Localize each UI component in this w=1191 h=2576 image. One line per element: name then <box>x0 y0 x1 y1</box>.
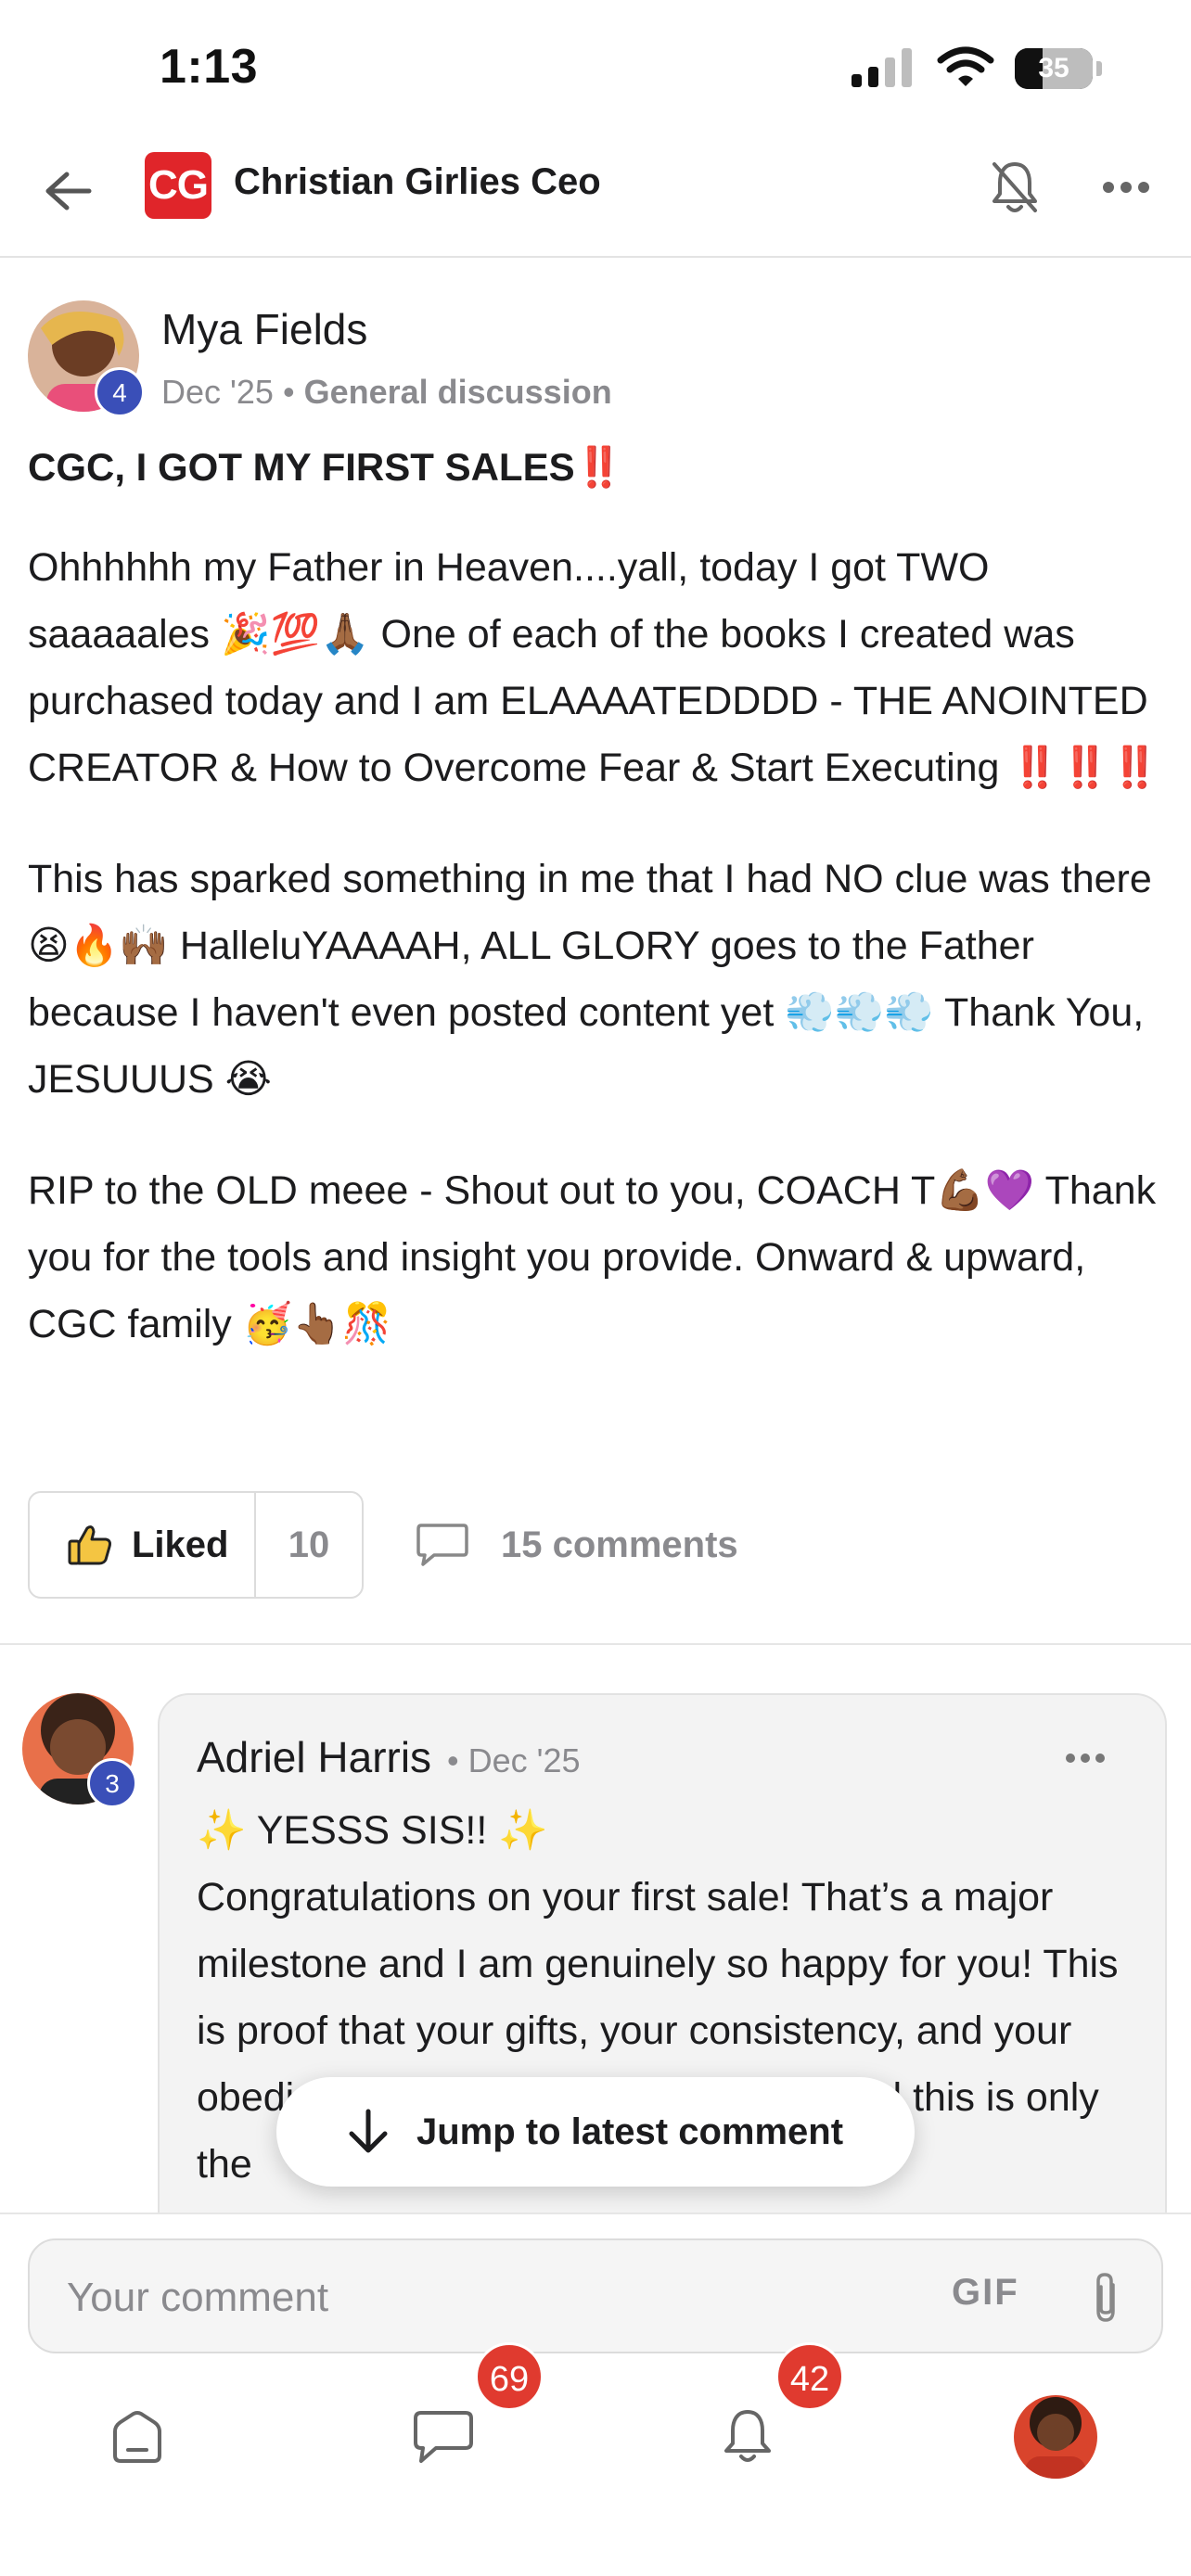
tab-messages[interactable]: 69 <box>388 2342 544 2493</box>
tab-profile[interactable] <box>1000 2381 1111 2493</box>
tab-home[interactable] <box>82 2381 193 2493</box>
like-label: Liked <box>132 1524 229 1565</box>
post-author-avatar[interactable]: 4 <box>28 300 145 417</box>
meta-separator: • <box>282 373 304 411</box>
chat-bubble-icon <box>414 2411 473 2463</box>
jump-to-latest-button[interactable]: Jump to latest comment <box>276 2077 915 2187</box>
like-button[interactable]: Liked <box>30 1493 256 1597</box>
notifications-badge: 42 <box>775 2342 844 2411</box>
thumbs-up-icon <box>68 1525 111 1565</box>
post: 4 Mya Fields Dec '25 • General discussio… <box>0 260 1191 1645</box>
more-horizontal-icon <box>1066 1753 1105 1763</box>
mute-notifications-button[interactable] <box>983 156 1046 219</box>
comment-author-avatar[interactable]: 3 <box>22 1693 137 1808</box>
avatar <box>1014 2395 1097 2479</box>
status-bar: 1:13 35 <box>0 0 1191 139</box>
battery-icon: 35 <box>1015 48 1093 89</box>
bell-icon <box>724 2410 771 2462</box>
comment-line: ✨ YESSS SIS!! ✨ <box>197 1808 548 1853</box>
jump-label: Jump to latest comment <box>416 2111 844 2152</box>
gif-button[interactable]: GIF <box>952 2272 1019 2314</box>
tab-notifications[interactable]: 42 <box>692 2342 844 2493</box>
top-nav-header: CG Christian Girlies Ceo <box>0 139 1191 258</box>
bottom-area: GIF 69 42 <box>0 2213 1191 2576</box>
cellular-signal-icon <box>850 46 916 92</box>
post-author-name[interactable]: Mya Fields <box>161 304 367 354</box>
battery-level: 35 <box>1038 53 1069 83</box>
post-category[interactable]: General discussion <box>304 373 612 411</box>
bell-off-icon <box>992 162 1037 212</box>
level-badge: 4 <box>95 367 145 417</box>
arrow-down-icon <box>349 2109 388 2153</box>
meta-separator: • <box>447 1741 468 1779</box>
post-body: Ohhhhhh my Father in Heaven....yall, tod… <box>28 534 1169 1402</box>
comments-link[interactable]: 15 comments <box>416 1515 738 1575</box>
group-name[interactable]: Christian Girlies Ceo <box>234 161 601 203</box>
like-control: Liked 10 <box>28 1491 364 1599</box>
post-paragraph: Ohhhhhh my Father in Heaven....yall, tod… <box>28 545 1160 790</box>
status-time: 1:13 <box>160 40 259 94</box>
messages-badge: 69 <box>475 2342 544 2411</box>
home-icon <box>113 2411 161 2463</box>
like-count[interactable]: 10 <box>256 1493 362 1597</box>
comment-date-text: Dec '25 <box>467 1741 581 1779</box>
comment-author-name[interactable]: Adriel Harris <box>197 1732 431 1782</box>
post-paragraph: RIP to the OLD meee - Shout out to you, … <box>28 1168 1157 1346</box>
comment-composer: GIF <box>28 2238 1163 2353</box>
more-horizontal-icon <box>1103 182 1149 193</box>
comment-bubble-icon <box>416 1524 468 1566</box>
wifi-icon <box>937 45 994 93</box>
comment-more-button[interactable] <box>1057 1740 1113 1777</box>
back-button[interactable] <box>39 161 98 221</box>
battery-tip <box>1096 61 1102 76</box>
back-arrow-icon <box>45 172 92 210</box>
group-logo[interactable]: CG <box>145 152 211 219</box>
attach-button[interactable] <box>1076 2268 1135 2327</box>
post-date: Dec '25 <box>161 373 274 411</box>
comments-count: 15 comments <box>501 1524 738 1565</box>
paperclip-icon <box>1096 2273 1115 2322</box>
comment-date: • Dec '25 <box>447 1741 581 1780</box>
post-meta: Dec '25 • General discussion <box>161 373 612 412</box>
level-badge: 3 <box>87 1758 137 1808</box>
post-title: CGC, I GOT MY FIRST SALES‼️ <box>28 445 623 489</box>
comment-input[interactable] <box>67 2261 920 2335</box>
status-icons: 35 <box>850 46 1102 91</box>
post-paragraph: This has sparked something in me that I … <box>28 857 1152 1102</box>
more-options-button[interactable] <box>1095 156 1158 219</box>
